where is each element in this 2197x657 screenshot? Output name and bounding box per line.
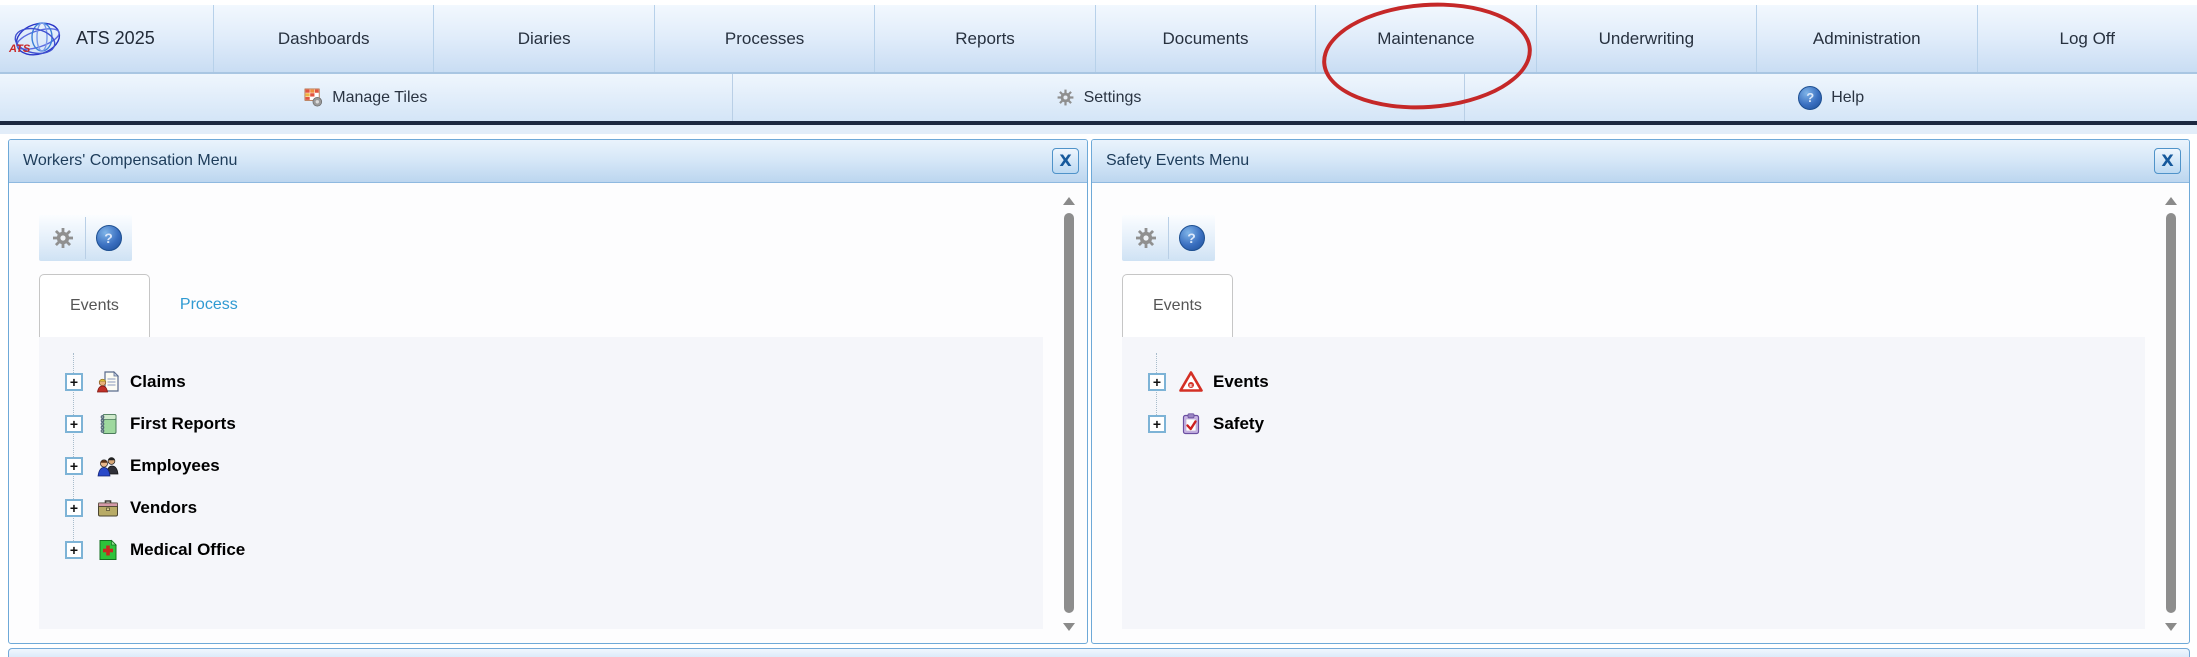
gear-icon [1056,88,1075,107]
tree-item-label: Medical Office [130,540,245,560]
nav-item-underwriting[interactable]: Underwriting [1536,5,1756,72]
expand-icon[interactable]: + [1148,373,1166,391]
panel-header[interactable]: Safety Events Menu X [1092,140,2189,183]
panel-settings-button[interactable] [1123,216,1168,260]
tree-item-claims[interactable]: + Claims [65,361,1043,403]
help-icon: ? [1179,225,1205,251]
nav-item-documents[interactable]: Documents [1095,5,1315,72]
scroll-down-icon[interactable] [2165,623,2177,631]
menu-tree: + E Events + Safet [1122,337,2145,445]
scrollbar-thumb[interactable] [2166,213,2176,613]
menu-tree: + Claims + [39,337,1043,571]
toolbar-sub-rule [0,125,2197,134]
vendors-icon [96,496,120,520]
manage-tiles-button[interactable]: Manage Tiles [0,74,732,121]
tree-item-vendors[interactable]: + Vendors [65,487,1043,529]
tree-item-events[interactable]: + E Events [1148,361,2145,403]
scroll-up-icon[interactable] [1063,197,1075,205]
scrollbar-thumb[interactable] [1064,213,1074,613]
svg-text:ATS: ATS [8,43,31,55]
tree-item-label: First Reports [130,414,236,434]
expand-icon[interactable]: + [65,415,83,433]
vertical-scrollbar [2163,195,2179,633]
nav-item-maintenance[interactable]: Maintenance [1315,5,1535,72]
manage-tiles-icon [304,88,323,107]
tree-item-medical-office[interactable]: + Medical Office [65,529,1043,571]
claims-icon [96,370,120,394]
main-navbar: ATS ATS 2025 Dashboards Diaries Processe… [0,5,2197,74]
tree-item-label: Safety [1213,414,1264,434]
safety-events-panel: Safety Events Menu X ? [1091,139,2190,644]
tree-item-label: Vendors [130,498,197,518]
expand-icon[interactable]: + [65,373,83,391]
safety-clipboard-icon [1179,412,1203,436]
tile-toolbar: Manage Tiles Settings ? Help [0,74,2197,121]
vertical-scrollbar [1061,195,1077,633]
tabbar: Events [1122,271,2145,338]
workers-compensation-panel: Workers' Compensation Menu X ? [8,139,1088,644]
brand-label: ATS 2025 [76,28,155,49]
expand-icon[interactable]: + [65,541,83,559]
help-label: Help [1831,89,1864,107]
medical-office-icon [96,538,120,562]
nav-item-processes[interactable]: Processes [654,5,874,72]
settings-button[interactable]: Settings [732,74,1465,121]
tree-item-label: Events [1213,372,1269,392]
tree-item-employees[interactable]: + Employees [65,445,1043,487]
brand: ATS ATS 2025 [0,5,213,72]
tab-events[interactable]: Events [1122,274,1233,338]
scroll-up-icon[interactable] [2165,197,2177,205]
tree-area: + Claims + [39,337,1043,629]
panel-toolstrip: ? [39,215,132,261]
expand-icon[interactable]: + [65,457,83,475]
first-reports-icon [96,412,120,436]
panel-body: ? Events + E Events + [1092,183,2189,643]
panel-toolstrip: ? [1122,215,1215,261]
gear-icon [51,226,75,250]
panel-body: ? Events Process + [9,183,1087,643]
tab-events[interactable]: Events [39,274,150,338]
settings-label: Settings [1084,89,1142,107]
employees-icon [96,454,120,478]
tree-item-safety[interactable]: + Safety [1148,403,2145,445]
panel-help-button[interactable]: ? [86,216,131,260]
expand-icon[interactable]: + [65,499,83,517]
nav-item-reports[interactable]: Reports [874,5,1094,72]
expand-icon[interactable]: + [1148,415,1166,433]
help-icon: ? [1798,86,1822,110]
manage-tiles-label: Manage Tiles [332,89,427,107]
ats-logo: ATS [8,15,64,63]
help-button[interactable]: ? Help [1464,74,2197,121]
next-panel-edge [8,648,2190,657]
help-icon: ? [96,225,122,251]
tree-item-label: Employees [130,456,220,476]
tree-area: + E Events + Safet [1122,337,2145,629]
panel-settings-button[interactable] [40,216,85,260]
tab-process[interactable]: Process [150,273,268,337]
nav-item-administration[interactable]: Administration [1756,5,1976,72]
tree-item-first-reports[interactable]: + First Reports [65,403,1043,445]
panel-title: Workers' Compensation Menu [23,152,1052,170]
tree-item-label: Claims [130,372,186,392]
panel-title: Safety Events Menu [1106,152,2154,170]
tabbar: Events Process [39,271,1043,338]
panel-header[interactable]: Workers' Compensation Menu X [9,140,1087,183]
close-icon[interactable]: X [2154,148,2181,174]
nav-item-diaries[interactable]: Diaries [433,5,653,72]
warning-triangle-icon: E [1179,370,1203,394]
nav-item-log-off[interactable]: Log Off [1977,5,2197,72]
close-icon[interactable]: X [1052,148,1079,174]
gear-icon [1134,226,1158,250]
nav-item-dashboards[interactable]: Dashboards [213,5,433,72]
scroll-down-icon[interactable] [1063,623,1075,631]
panel-help-button[interactable]: ? [1169,216,1214,260]
